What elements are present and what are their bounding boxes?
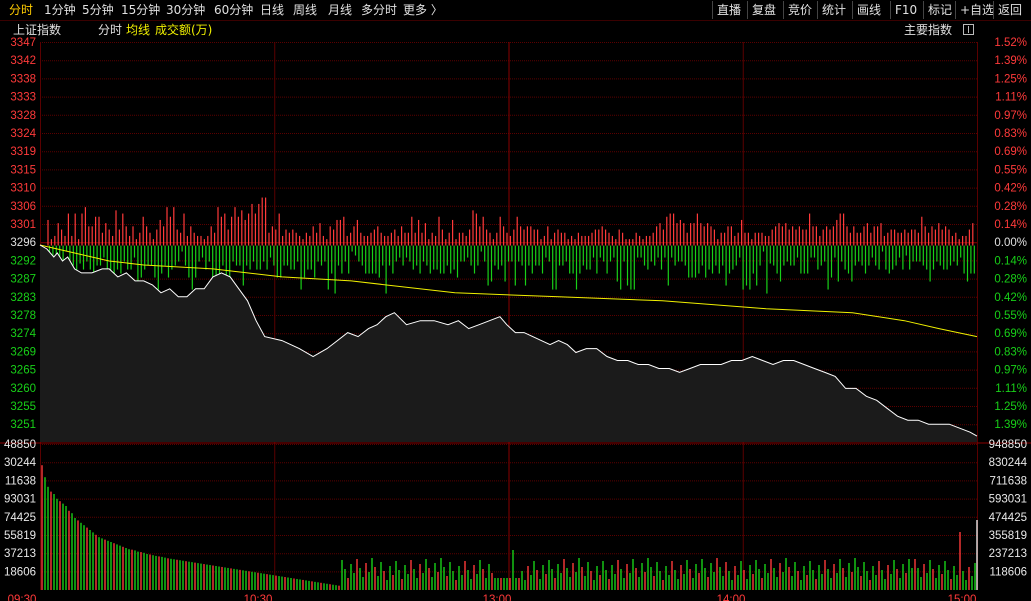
time-axis-label: 09:30 xyxy=(8,594,37,601)
percent-axis-label: 1.25% xyxy=(994,401,1027,413)
volume-axis-label: 37213 xyxy=(4,548,36,560)
percent-axis-label: 0.83% xyxy=(994,128,1027,140)
price-axis-label: 3315 xyxy=(10,164,36,176)
volume-axis-label: 74425 xyxy=(4,512,36,524)
percent-axis-label: 0.55% xyxy=(994,164,1027,176)
price-axis-label: 3310 xyxy=(10,183,36,195)
price-axis-label: 3301 xyxy=(10,219,36,231)
price-axis-label: 3251 xyxy=(10,419,36,431)
volume-right-axis-label: 711638 xyxy=(989,475,1027,487)
price-axis-label: 3347 xyxy=(10,37,36,49)
price-axis-label: 3324 xyxy=(10,128,36,140)
price-axis-label: 3338 xyxy=(10,73,36,85)
price-axis-label: 3265 xyxy=(10,365,36,377)
price-axis-label: 3274 xyxy=(10,328,36,340)
volume-right-axis-label: 474425 xyxy=(989,512,1027,524)
volume-right-axis-label: 593031 xyxy=(989,494,1027,506)
time-axis-label: 13:00 xyxy=(483,594,512,601)
percent-axis-label: 1.39% xyxy=(994,55,1027,67)
percent-axis-label: 1.52% xyxy=(994,37,1027,49)
percent-axis-label: 0.83% xyxy=(994,346,1027,358)
time-axis-label: 15:00 xyxy=(948,594,977,601)
percent-axis-label: 0.69% xyxy=(994,146,1027,158)
percent-axis-label: 0.14% xyxy=(994,255,1027,267)
price-axis-label: 3260 xyxy=(10,383,36,395)
volume-axis-label: 55819 xyxy=(4,530,36,542)
percent-axis-label: 1.39% xyxy=(994,419,1027,431)
volume-right-axis-label: 237213 xyxy=(989,548,1027,560)
price-axis-label: 3278 xyxy=(10,310,36,322)
volume-right-axis-label: 118606 xyxy=(989,566,1027,578)
percent-axis-label: 0.42% xyxy=(994,292,1027,304)
intraday-chart[interactable]: 3347 3342 3338 3333 3328 3324 3319 3315 3310 3306… xyxy=(0,0,1031,601)
percent-axis-label: 0.69% xyxy=(994,328,1027,340)
price-axis-label: 3342 xyxy=(10,55,36,67)
price-axis-label: 3296 xyxy=(10,237,36,249)
volume-axis-label: 18606 xyxy=(4,566,36,578)
price-axis-label: 3292 xyxy=(10,255,36,267)
percent-axis-label: 1.25% xyxy=(994,73,1027,85)
volume-right-axis-label: 830244 xyxy=(989,457,1028,469)
volume-axis-label: 11638 xyxy=(5,475,36,487)
price-axis-label: 3283 xyxy=(10,292,36,304)
price-axis-label: 3319 xyxy=(10,146,36,158)
volume-right-axis-label: 948850 xyxy=(989,439,1027,451)
volume-axis-label: 30244 xyxy=(4,457,37,469)
percent-axis-label: 0.28% xyxy=(994,201,1027,213)
time-axis-label: 14:00 xyxy=(717,594,746,601)
volume-axis-label: 48850 xyxy=(4,439,36,451)
percent-axis-label: 0.28% xyxy=(994,274,1027,286)
percent-axis-label: 0.97% xyxy=(994,110,1027,122)
percent-axis-label: 1.11% xyxy=(995,383,1027,395)
percent-axis-label: 1.11% xyxy=(995,92,1027,104)
percent-axis-label: 0.00% xyxy=(994,237,1027,249)
price-axis-label: 3269 xyxy=(10,346,36,358)
volume-right-axis-label: 355819 xyxy=(989,530,1027,542)
percent-axis-label: 0.97% xyxy=(994,365,1027,377)
price-axis-label: 3255 xyxy=(10,401,36,413)
price-axis-label: 3306 xyxy=(10,201,36,213)
price-axis-label: 3328 xyxy=(10,110,36,122)
price-axis-label: 3287 xyxy=(10,274,36,286)
percent-axis-label: 0.14% xyxy=(994,219,1027,231)
price-axis-label: 3333 xyxy=(10,92,36,104)
percent-axis-label: 0.42% xyxy=(994,183,1027,195)
time-axis-label: 10:30 xyxy=(244,594,273,601)
percent-axis-label: 0.55% xyxy=(994,310,1027,322)
volume-axis-label: 93031 xyxy=(4,494,36,506)
